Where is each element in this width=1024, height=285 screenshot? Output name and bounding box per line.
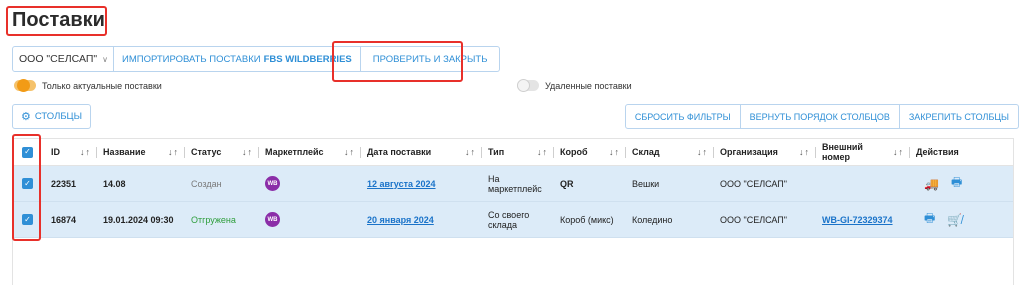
cell-status: Создан [191, 178, 222, 189]
row-checkbox[interactable]: ✓ [22, 214, 33, 225]
wildberries-logo-icon: WB [265, 212, 280, 227]
header-id[interactable]: ID ↓↑ [45, 139, 97, 165]
cell-marketplace: WB [259, 202, 361, 237]
wildberries-logo-icon: WB [265, 176, 280, 191]
cell-id: 22351 [51, 178, 77, 189]
cell-external-number: WB-GI-72329374 [816, 202, 910, 237]
cart-remove-icon[interactable]: 🛒̸ [947, 213, 962, 227]
sort-icon[interactable]: ↓↑ [242, 147, 253, 157]
header-status[interactable]: Статус ↓↑ [185, 139, 259, 165]
cell-name: 19.01.2024 09:30 [103, 214, 174, 225]
columns-button[interactable]: ⚙ СТОЛБЦЫ [12, 104, 91, 129]
cell-organization: ООО "СЕЛСАП" [720, 178, 787, 189]
toolbar: ООО "СЕЛСАП" ∨ ИМПОРТИРОВАТЬ ПОСТАВКИ FB… [12, 46, 501, 72]
header-warehouse[interactable]: Склад ↓↑ [626, 139, 714, 165]
deleted-toggle-label: Удаленные поставки [545, 80, 632, 91]
cell-warehouse: Коледино [632, 214, 673, 225]
actual-toggle-row: Только актуальные поставки [14, 79, 162, 92]
row-checkbox-cell: ✓ [13, 202, 45, 237]
check-and-close-label: ПРОВЕРИТЬ И ЗАКРЫТЬ [372, 53, 488, 65]
import-fbs-button[interactable]: ИМПОРТИРОВАТЬ ПОСТАВКИ FBS WILDBERRIES [114, 46, 361, 72]
cell-actions: 🖶 🛒̸ [910, 202, 1015, 237]
header-checkbox-cell: ✓ [13, 139, 45, 165]
cell-box: QR [560, 178, 574, 189]
truck-icon[interactable]: 🚚 [924, 177, 939, 191]
header-external-number[interactable]: Внешний номер ↓↑ [816, 139, 910, 165]
sort-icon[interactable]: ↓↑ [799, 147, 810, 157]
cell-date: 12 августа 2024 [361, 166, 482, 201]
organization-select[interactable]: ООО "СЕЛСАП" ∨ [12, 46, 114, 72]
chevron-down-icon: ∨ [102, 54, 108, 64]
sort-icon[interactable]: ↓↑ [465, 147, 476, 157]
select-all-checkbox[interactable]: ✓ [22, 146, 33, 158]
restore-column-order-button[interactable]: ВЕРНУТЬ ПОРЯДОК СТОЛБЦОВ [740, 104, 900, 129]
table-row[interactable]: ✓ 22351 14.08 Создан WB 12 августа 2024 … [13, 166, 1013, 202]
header-marketplace[interactable]: Маркетплейс ↓↑ [259, 139, 361, 165]
toggle-knob [517, 79, 530, 92]
sort-icon[interactable]: ↓↑ [344, 147, 355, 157]
row-checkbox-cell: ✓ [13, 166, 45, 201]
columns-label: СТОЛБЦЫ [34, 111, 82, 122]
cell-date: 20 января 2024 [361, 202, 482, 237]
cell-actions: 🚚 🖶 [910, 166, 1015, 201]
header-name[interactable]: Название ↓↑ [97, 139, 185, 165]
date-link[interactable]: 20 января 2024 [367, 215, 434, 225]
header-date[interactable]: Дата поставки ↓↑ [361, 139, 482, 165]
import-label: ИМПОРТИРОВАТЬ ПОСТАВКИ [122, 53, 261, 65]
sort-icon[interactable]: ↓↑ [537, 147, 548, 157]
table-header: ✓ ID ↓↑ Название ↓↑ Статус ↓↑ Маркетплей… [13, 139, 1013, 166]
cell-box: Короб (микс) [560, 214, 614, 225]
supplies-table: ✓ ID ↓↑ Название ↓↑ Статус ↓↑ Маркетплей… [12, 138, 1014, 285]
table-row[interactable]: ✓ 16874 19.01.2024 09:30 Отгружена WB 20… [13, 202, 1013, 238]
organization-select-value: ООО "СЕЛСАП" [19, 53, 98, 65]
cell-marketplace: WB [259, 166, 361, 201]
page-title: Поставки [12, 9, 105, 31]
reset-filters-button[interactable]: СБРОСИТЬ ФИЛЬТРЫ [624, 104, 741, 129]
pin-columns-button[interactable]: ЗАКРЕПИТЬ СТОЛБЦЫ [899, 104, 1019, 129]
table-actions: СБРОСИТЬ ФИЛЬТРЫ ВЕРНУТЬ ПОРЯДОК СТОЛБЦО… [624, 104, 1019, 129]
cell-external-number [816, 166, 910, 201]
import-label-bold: FBS WILDBERRIES [263, 53, 352, 65]
sort-icon[interactable]: ↓↑ [80, 147, 91, 157]
cell-name: 14.08 [103, 178, 126, 189]
header-type[interactable]: Тип ↓↑ [482, 139, 554, 165]
gear-icon: ⚙ [21, 111, 31, 123]
deleted-toggle-row: Удаленные поставки [517, 79, 632, 92]
actual-toggle-label: Только актуальные поставки [42, 80, 162, 91]
date-link[interactable]: 12 августа 2024 [367, 179, 436, 189]
header-organization[interactable]: Организация ↓↑ [714, 139, 816, 165]
cell-type: Со своего склада [488, 209, 530, 230]
external-number-link[interactable]: WB-GI-72329374 [822, 215, 893, 225]
sort-icon[interactable]: ↓↑ [609, 147, 620, 157]
printer-icon[interactable]: 🖶 [924, 209, 935, 230]
cell-id: 16874 [51, 214, 77, 225]
header-actions: Действия [916, 147, 959, 157]
toggle-knob [17, 79, 30, 92]
cell-warehouse: Вешки [632, 178, 660, 189]
sort-icon[interactable]: ↓↑ [893, 147, 904, 157]
printer-icon[interactable]: 🖶 [951, 173, 962, 194]
actual-toggle[interactable] [14, 79, 36, 92]
row-checkbox[interactable]: ✓ [22, 178, 33, 189]
sort-icon[interactable]: ↓↑ [168, 147, 179, 157]
deleted-toggle[interactable] [517, 79, 539, 92]
cell-organization: ООО "СЕЛСАП" [720, 214, 787, 225]
header-box[interactable]: Короб ↓↑ [554, 139, 626, 165]
cell-status: Отгружена [191, 214, 236, 225]
sort-icon[interactable]: ↓↑ [697, 147, 708, 157]
cell-type: На маркетплейс [488, 173, 542, 194]
check-and-close-button[interactable]: ПРОВЕРИТЬ И ЗАКРЫТЬ [360, 46, 501, 72]
